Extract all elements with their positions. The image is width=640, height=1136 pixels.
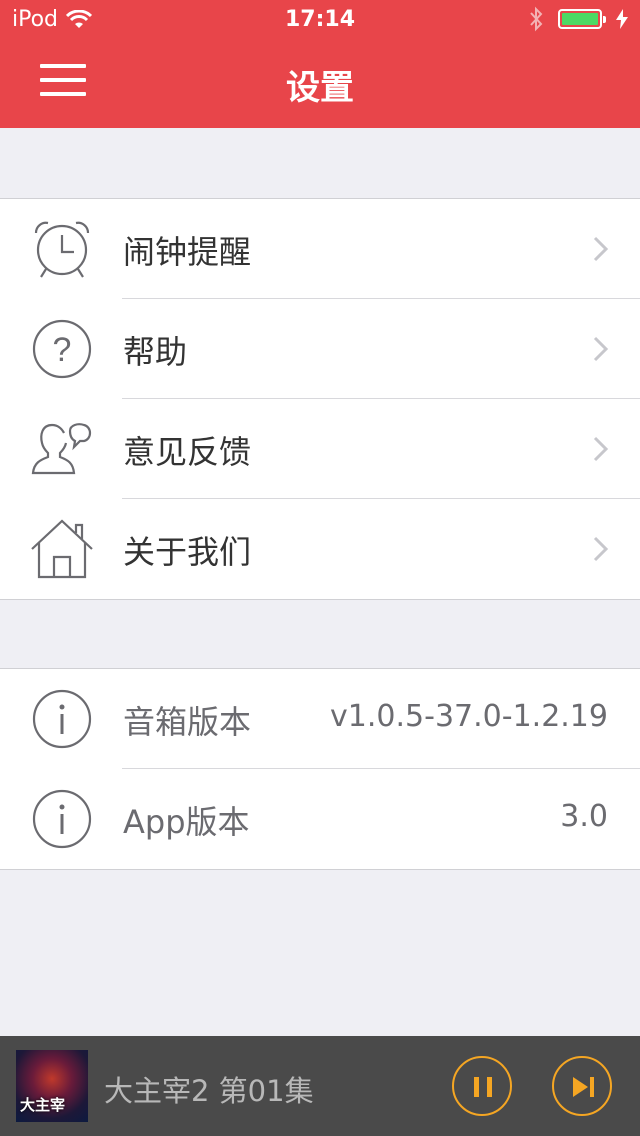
chevron-right-icon	[593, 436, 609, 462]
app-version-value: 3.0	[560, 799, 608, 834]
page-title: 设置	[286, 68, 354, 108]
feedback-person-icon	[31, 423, 92, 475]
settings-item-help[interactable]: ? 帮助	[0, 299, 640, 399]
help-question-icon: ?	[32, 319, 92, 379]
settings-item-label: 帮助	[123, 333, 188, 371]
info-label: 音箱版本	[123, 703, 252, 741]
settings-item-label: 关于我们	[123, 533, 252, 571]
settings-item-label: 意见反馈	[123, 433, 252, 471]
battery-icon	[558, 9, 606, 29]
version-info-group: 音箱版本 v1.0.5-37.0-1.2.19 App版本 3.0	[0, 668, 640, 870]
top-bar: iPod 17:14 设置	[0, 0, 640, 128]
album-cover[interactable]: 大主宰	[16, 1050, 88, 1122]
settings-item-label: 闹钟提醒	[123, 233, 252, 271]
status-right	[528, 6, 628, 32]
settings-item-about[interactable]: 关于我们	[0, 499, 640, 599]
pause-button[interactable]	[452, 1056, 512, 1116]
settings-item-feedback[interactable]: 意见反馈	[0, 399, 640, 499]
info-icon	[32, 689, 92, 749]
track-title[interactable]: 大主宰2 第01集	[104, 1068, 314, 1110]
alarm-clock-icon	[34, 221, 90, 278]
mini-player[interactable]: 大主宰 大主宰2 第01集	[0, 1036, 640, 1136]
next-track-button[interactable]	[552, 1056, 612, 1116]
app-version-row: App版本 3.0	[0, 769, 640, 869]
svg-text:?: ?	[53, 331, 72, 369]
next-track-icon	[573, 1077, 594, 1097]
chevron-right-icon	[593, 336, 609, 362]
settings-item-alarm[interactable]: 闹钟提醒	[0, 199, 640, 299]
info-icon	[32, 789, 92, 849]
settings-group: 闹钟提醒 ? 帮助 意见反馈 关于我们	[0, 198, 640, 600]
pause-icon	[474, 1077, 492, 1097]
chevron-right-icon	[593, 236, 609, 262]
bluetooth-icon	[530, 6, 543, 32]
speaker-version-row: 音箱版本 v1.0.5-37.0-1.2.19	[0, 669, 640, 769]
status-bar: iPod 17:14	[0, 0, 640, 40]
speaker-version-value: v1.0.5-37.0-1.2.19	[330, 699, 608, 734]
info-label: App版本	[123, 803, 250, 841]
home-icon	[31, 519, 93, 579]
cover-title: 大主宰	[20, 1096, 66, 1114]
chevron-right-icon	[593, 536, 609, 562]
navigation-bar: 设置	[0, 40, 640, 128]
charging-icon	[616, 9, 628, 29]
